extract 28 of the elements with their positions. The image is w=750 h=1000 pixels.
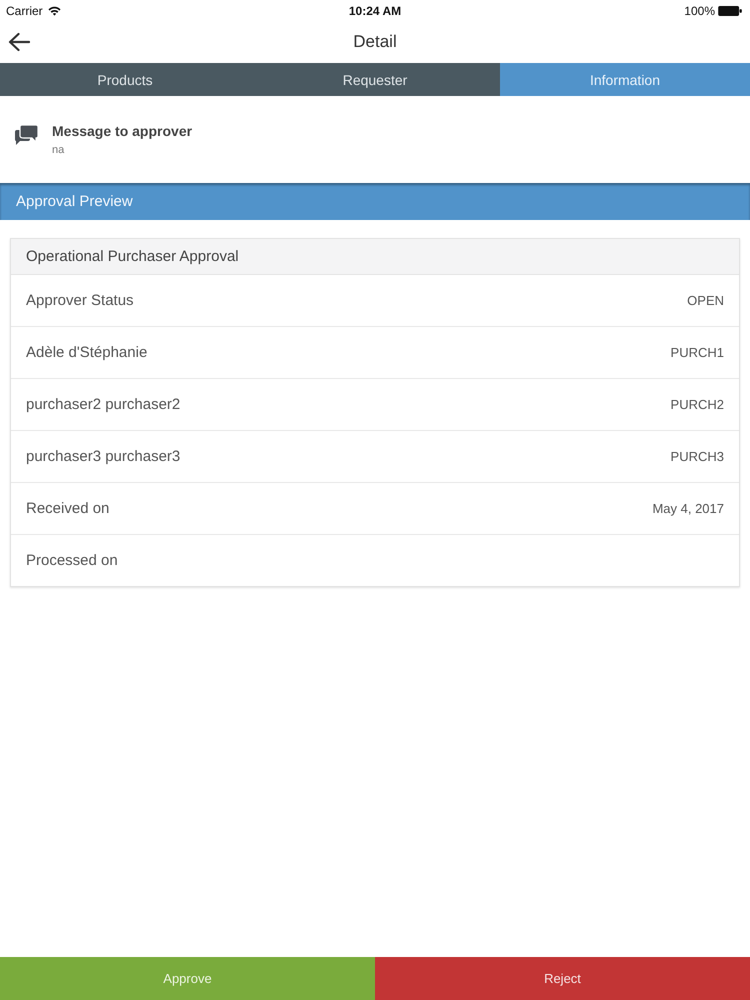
row-value: PURCH2 <box>670 397 724 412</box>
tab[interactable]: Requester <box>250 63 500 96</box>
status-time: 10:24 AM <box>348 4 402 18</box>
tab[interactable]: Information <box>500 63 750 96</box>
row-label: Received on <box>26 500 110 517</box>
row-value: PURCH3 <box>670 449 724 464</box>
approve-button[interactable]: Approve <box>0 957 375 1000</box>
section-header: Approval Preview <box>0 183 750 220</box>
chat-bubbles-icon <box>13 124 39 148</box>
reject-button[interactable]: Reject <box>375 957 750 1000</box>
screen-title: Detail <box>353 32 397 52</box>
battery-icon <box>718 6 742 16</box>
row-value: OPEN <box>687 293 724 308</box>
wifi-icon <box>48 6 61 16</box>
battery-percent: 100% <box>684 4 715 18</box>
tab[interactable]: Products <box>0 63 250 96</box>
carrier-label: Carrier <box>6 4 43 18</box>
row-label: Adèle d'Stéphanie <box>26 344 148 361</box>
message-title: Message to approver <box>52 123 192 139</box>
row-value: May 4, 2017 <box>652 501 724 516</box>
row-label: Approver Status <box>26 292 134 309</box>
card-title: Operational Purchaser Approval <box>11 239 739 275</box>
back-arrow-icon[interactable] <box>8 32 30 52</box>
row-label: Processed on <box>26 552 118 569</box>
row-label: purchaser2 purchaser2 <box>26 396 180 413</box>
row-label: purchaser3 purchaser3 <box>26 448 180 465</box>
row-value: PURCH1 <box>670 345 724 360</box>
message-text: na <box>52 144 66 156</box>
